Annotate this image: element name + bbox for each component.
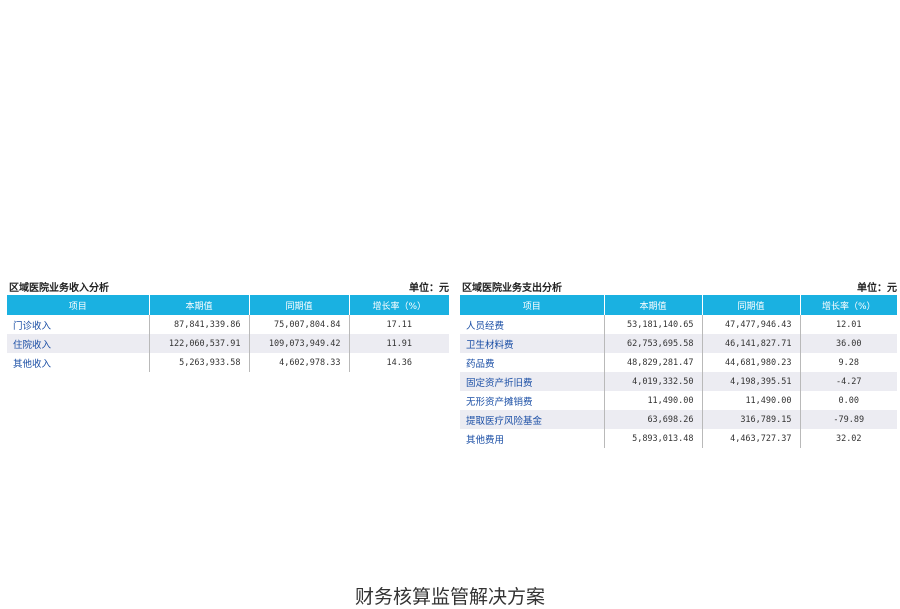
expense-table: 项目 本期值 同期值 增长率（%） 人员经费 53,181,140.65 47,… (460, 295, 897, 448)
growth-rate: 0.00 (800, 391, 897, 410)
growth-rate: 12.01 (800, 315, 897, 334)
row-item-link[interactable]: 其他收入 (7, 353, 150, 372)
current-value: 63,698.26 (604, 410, 703, 429)
growth-rate: -4.27 (800, 372, 897, 391)
column-header-growth-rate: 增长率（%） (349, 295, 449, 315)
current-value: 48,829,281.47 (604, 353, 703, 372)
table-row: 固定资产折旧费 4,019,332.50 4,198,395.51 -4.27 (460, 372, 897, 391)
column-header-item: 项目 (460, 295, 605, 315)
row-item-link[interactable]: 提取医疗风险基金 (460, 410, 605, 429)
expense-unit-label: 单位：元 (857, 283, 897, 294)
current-value: 87,841,339.86 (149, 315, 250, 334)
expense-table-header-row: 项目 本期值 同期值 增长率（%） (460, 295, 897, 315)
column-header-prior: 同期值 (702, 295, 801, 315)
income-panel: 区域医院业务收入分析 单位：元 项目 本期值 同期值 增长率（%） 门诊收入 8… (7, 277, 449, 372)
growth-rate: 17.11 (349, 315, 449, 334)
current-value: 62,753,695.58 (604, 334, 703, 353)
row-item-link[interactable]: 固定资产折旧费 (460, 372, 605, 391)
row-item-link[interactable]: 无形资产摊销费 (460, 391, 605, 410)
table-row: 无形资产摊销费 11,490.00 11,490.00 0.00 (460, 391, 897, 410)
prior-value: 44,681,980.23 (702, 353, 801, 372)
growth-rate: 11.91 (349, 334, 449, 353)
table-row: 其他收入 5,263,933.58 4,602,978.33 14.36 (7, 353, 449, 372)
growth-rate: 9.28 (800, 353, 897, 372)
income-panel-title: 区域医院业务收入分析 (9, 283, 109, 294)
growth-rate: 14.36 (349, 353, 449, 372)
current-value: 11,490.00 (604, 391, 703, 410)
column-header-current: 本期值 (149, 295, 250, 315)
table-row: 人员经费 53,181,140.65 47,477,946.43 12.01 (460, 315, 897, 334)
slide-caption: 财务核算监管解决方案 (354, 586, 545, 608)
column-header-current: 本期值 (604, 295, 703, 315)
prior-value: 109,073,949.42 (249, 334, 350, 353)
expense-panel-header: 区域医院业务支出分析 单位：元 (460, 277, 897, 295)
table-row: 药品费 48,829,281.47 44,681,980.23 9.28 (460, 353, 897, 372)
current-value: 5,263,933.58 (149, 353, 250, 372)
prior-value: 11,490.00 (702, 391, 801, 410)
row-item-link[interactable]: 其他费用 (460, 429, 605, 448)
current-value: 4,019,332.50 (604, 372, 703, 391)
income-unit-label: 单位：元 (409, 283, 449, 294)
current-value: 122,060,537.91 (149, 334, 250, 353)
prior-value: 47,477,946.43 (702, 315, 801, 334)
prior-value: 46,141,827.71 (702, 334, 801, 353)
current-value: 5,893,013.48 (604, 429, 703, 448)
prior-value: 4,463,727.37 (702, 429, 801, 448)
row-item-link[interactable]: 卫生材料费 (460, 334, 605, 353)
expense-panel: 区域医院业务支出分析 单位：元 项目 本期值 同期值 增长率（%） 人员经费 5… (460, 277, 897, 448)
prior-value: 4,602,978.33 (249, 353, 350, 372)
row-item-link[interactable]: 人员经费 (460, 315, 605, 334)
prior-value: 75,007,804.84 (249, 315, 350, 334)
growth-rate: -79.89 (800, 410, 897, 429)
expense-panel-title: 区域医院业务支出分析 (462, 283, 562, 294)
income-table-header-row: 项目 本期值 同期值 增长率（%） (7, 295, 449, 315)
table-row: 住院收入 122,060,537.91 109,073,949.42 11.91 (7, 334, 449, 353)
row-item-link[interactable]: 住院收入 (7, 334, 150, 353)
prior-value: 4,198,395.51 (702, 372, 801, 391)
column-header-item: 项目 (7, 295, 150, 315)
table-row: 提取医疗风险基金 63,698.26 316,789.15 -79.89 (460, 410, 897, 429)
prior-value: 316,789.15 (702, 410, 801, 429)
column-header-prior: 同期值 (249, 295, 350, 315)
row-item-link[interactable]: 药品费 (460, 353, 605, 372)
current-value: 53,181,140.65 (604, 315, 703, 334)
growth-rate: 32.02 (800, 429, 897, 448)
growth-rate: 36.00 (800, 334, 897, 353)
row-item-link[interactable]: 门诊收入 (7, 315, 150, 334)
table-row: 门诊收入 87,841,339.86 75,007,804.84 17.11 (7, 315, 449, 334)
column-header-growth-rate: 增长率（%） (800, 295, 897, 315)
income-panel-header: 区域医院业务收入分析 单位：元 (7, 277, 449, 295)
table-row: 卫生材料费 62,753,695.58 46,141,827.71 36.00 (460, 334, 897, 353)
income-table: 项目 本期值 同期值 增长率（%） 门诊收入 87,841,339.86 75,… (7, 295, 449, 372)
table-row: 其他费用 5,893,013.48 4,463,727.37 32.02 (460, 429, 897, 448)
